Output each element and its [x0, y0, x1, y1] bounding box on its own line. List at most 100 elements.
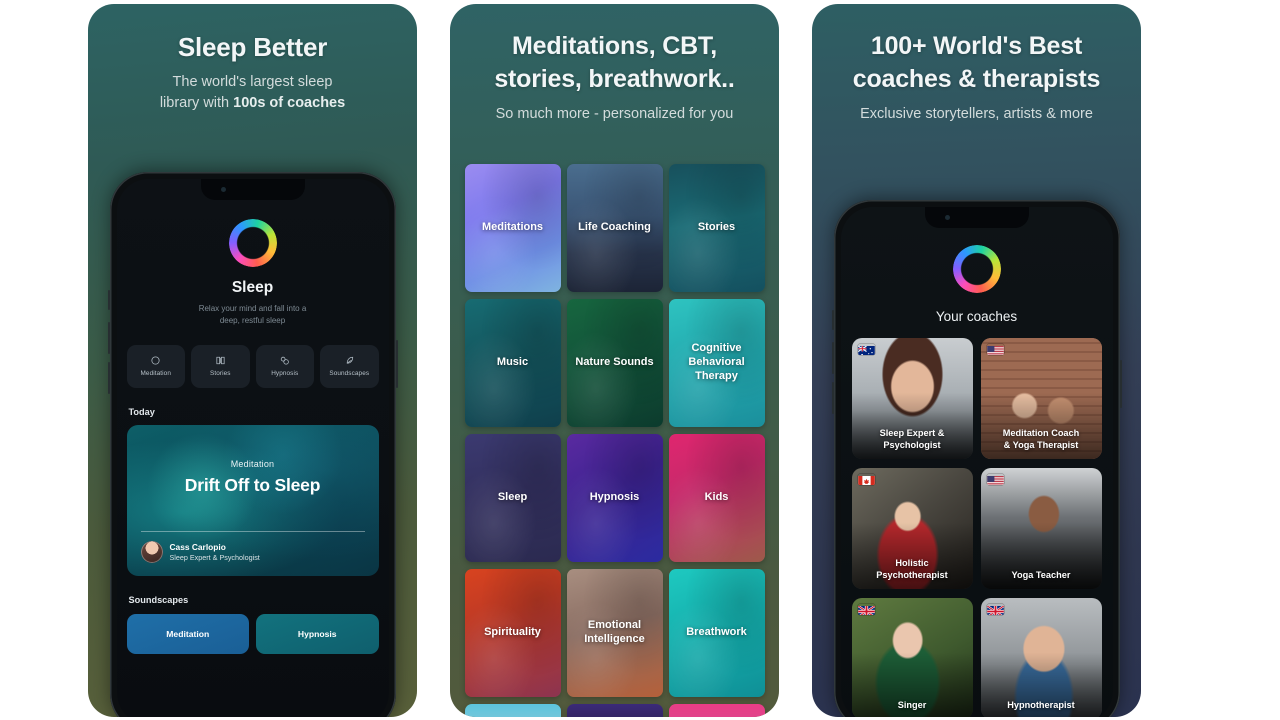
usa-flag-icon	[986, 344, 1004, 355]
coach-card[interactable]: Holistic Psychotherapist	[851, 468, 973, 589]
category-button-hypnosis[interactable]: Hypnosis	[255, 344, 314, 388]
card-divider	[140, 530, 365, 532]
category-tile-kids[interactable]: Kids	[668, 434, 765, 562]
rainbow-ring-logo-icon	[228, 219, 277, 267]
category-tile-nature-sounds[interactable]: Nature Sounds	[566, 299, 663, 427]
soundscape-card-hypnosis[interactable]: Hypnosis	[256, 613, 379, 654]
panel-3-headline-line2: coaches & therapists	[852, 65, 1101, 93]
sleep-app-home: Sleep Relax your mind and fall into a de…	[116, 179, 389, 717]
coach-role: Yoga Teacher	[981, 570, 1102, 582]
author-role: Sleep Expert & Psychologist	[169, 552, 260, 562]
tile-label: Kids	[704, 491, 729, 504]
coach-role-line1: Singer	[897, 700, 927, 711]
circle-icon	[150, 355, 161, 366]
panel-1-header: Sleep Better The world's largest sleep l…	[88, 4, 417, 114]
tile-label: Cognitive Behavioral Therapy	[688, 342, 745, 382]
featured-meditation-card[interactable]: Meditation Drift Off to Sleep Cass Carlo…	[126, 424, 379, 576]
usa-flag-icon	[986, 474, 1004, 485]
coach-role-line1: Holistic	[895, 558, 929, 569]
category-button-row: Meditation Stories Hypnosis Soundscapes	[117, 344, 389, 388]
coach-card[interactable]: Singer	[851, 598, 973, 717]
panel-1-subline-line1: The world's largest sleep	[172, 74, 333, 91]
phone-volume-up-button	[831, 342, 834, 374]
leaf-icon	[344, 355, 355, 366]
coach-role-line1: Hypnotherapist	[1007, 700, 1075, 711]
coach-role-line1: Meditation Coach	[1002, 428, 1080, 439]
category-tile-breathwork[interactable]: Breathwork	[668, 569, 765, 697]
coach-role-line2: Psychotherapist	[876, 570, 948, 581]
coach-card[interactable]: Meditation Coach & Yoga Therapist	[980, 338, 1102, 459]
author-text-block: Cass Carlopio Sleep Expert & Psychologis…	[170, 542, 260, 562]
category-tile-partial-3[interactable]	[668, 704, 765, 717]
screenshot-panel-sleep-better[interactable]: Sleep Better The world's largest sleep l…	[88, 4, 417, 717]
category-tile-emotional-intelligence[interactable]: Emotional Intelligence	[566, 569, 663, 697]
phone-mute-switch	[107, 290, 110, 310]
coaches-app-screen: Your coaches Sleep Expert & Psychologist	[840, 207, 1113, 717]
panel-3-subline: Exclusive storytellers, artists & more	[860, 106, 1093, 122]
phone-3-screen: Your coaches Sleep Expert & Psychologist	[840, 207, 1113, 717]
coach-role: Hypnotherapist	[981, 700, 1102, 712]
tile-label: Stories	[697, 221, 736, 234]
category-tile-cognitive-behavioral-therapy[interactable]: Cognitive Behavioral Therapy	[668, 299, 765, 427]
category-tile-partial-2[interactable]	[566, 704, 663, 717]
category-label: Meditation	[140, 370, 171, 378]
coach-role-line1: Sleep Expert &	[879, 428, 945, 439]
category-tile-music[interactable]: Music	[464, 299, 561, 427]
phone-1-screen: Sleep Relax your mind and fall into a de…	[116, 179, 389, 717]
category-tile-hypnosis[interactable]: Hypnosis	[566, 434, 663, 562]
book-icon	[215, 355, 226, 366]
canada-flag-icon	[857, 474, 875, 485]
coach-card[interactable]: Yoga Teacher	[980, 468, 1102, 589]
category-tile-spirituality[interactable]: Spirituality	[464, 569, 561, 697]
uk-flag-icon	[986, 604, 1004, 615]
panel-2-subline: So much more - personalized for you	[495, 106, 734, 122]
spiral-icon	[279, 355, 290, 366]
category-tile-stories[interactable]: Stories	[668, 164, 765, 292]
coach-card[interactable]: Sleep Expert & Psychologist	[851, 338, 973, 459]
category-button-stories[interactable]: Stories	[191, 344, 250, 388]
phone-notch	[924, 207, 1029, 228]
coach-role: Sleep Expert & Psychologist	[852, 428, 973, 452]
featured-card-title: Drift Off to Sleep	[184, 474, 321, 495]
author-name: Cass Carlopio	[169, 541, 226, 552]
tile-label: Hypnosis	[589, 491, 640, 504]
soundscape-label: Meditation	[166, 628, 210, 639]
phone-mute-switch	[831, 310, 834, 330]
panel-3-headline: 100+ World's Best coaches & therapists	[826, 30, 1127, 96]
app-store-screenshot-gallery: Sleep Better The world's largest sleep l…	[0, 0, 1280, 720]
avatar	[140, 540, 163, 563]
coach-role-line2: & Yoga Therapist	[1003, 440, 1079, 451]
category-button-soundscapes[interactable]: Soundscapes	[320, 344, 379, 388]
category-tile-meditations[interactable]: Meditations	[464, 164, 561, 292]
category-tile-life-coaching[interactable]: Life Coaching	[566, 164, 663, 292]
app-subtitle-line2: deep, restful sleep	[219, 316, 286, 326]
panel-2-headline-line2: stories, breathwork..	[494, 65, 735, 93]
screenshot-panel-coaches[interactable]: 100+ World's Best coaches & therapists E…	[812, 4, 1141, 717]
screenshot-panel-categories[interactable]: Meditations, CBT, stories, breathwork.. …	[450, 4, 779, 717]
rainbow-ring-logo-icon	[952, 245, 1001, 293]
category-button-meditation[interactable]: Meditation	[126, 344, 185, 388]
panel-1-subline-line2: library with 100s of coaches	[102, 93, 403, 114]
panel-3-header: 100+ World's Best coaches & therapists E…	[812, 4, 1141, 125]
app-screen-subtitle: Relax your mind and fall into a deep, re…	[117, 303, 389, 328]
tile-label: Life Coaching	[578, 221, 651, 234]
category-label: Soundscapes	[329, 370, 370, 378]
panel-2-header: Meditations, CBT, stories, breathwork.. …	[450, 4, 779, 125]
category-tile-partial-1[interactable]	[464, 704, 561, 717]
app-logo-wrap	[117, 219, 389, 267]
phone-power-button	[1119, 360, 1122, 408]
australia-flag-icon	[857, 344, 875, 355]
category-label: Stories	[209, 370, 231, 378]
soundscape-label: Hypnosis	[297, 628, 337, 639]
uk-flag-icon	[857, 604, 875, 615]
soundscapes-section-heading: Soundscapes	[128, 594, 189, 605]
panel-1-headline: Sleep Better	[177, 32, 328, 62]
soundscape-card-meditation[interactable]: Meditation	[126, 613, 249, 654]
coach-role: Holistic Psychotherapist	[852, 558, 973, 582]
featured-card-author: Cass Carlopio Sleep Expert & Psychologis…	[140, 540, 260, 563]
category-tile-sleep[interactable]: Sleep	[464, 434, 561, 562]
panel-2-headline: Meditations, CBT, stories, breathwork..	[464, 30, 765, 96]
tile-label: Meditations	[481, 221, 544, 234]
coaches-grid: Sleep Expert & Psychologist Meditation C…	[841, 338, 1113, 717]
coach-card[interactable]: Hypnotherapist	[980, 598, 1102, 717]
